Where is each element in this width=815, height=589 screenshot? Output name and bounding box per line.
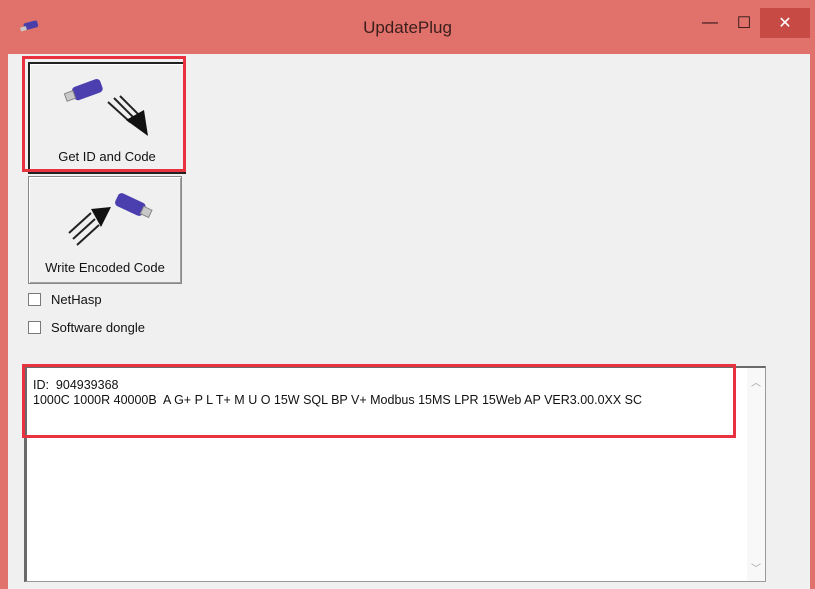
checkbox-box[interactable] (28, 293, 41, 306)
output-textarea[interactable]: ID: 904939368 1000C 1000R 40000B A G+ P … (24, 366, 766, 582)
software-dongle-label: Software dongle (51, 320, 145, 335)
usb-write-icon (68, 193, 153, 246)
write-code-button-label: Write Encoded Code (45, 260, 165, 275)
nethasp-label: NetHasp (51, 292, 102, 307)
get-id-and-code-button[interactable]: Get ID and Code (28, 62, 186, 174)
nethasp-checkbox[interactable]: NetHasp (28, 292, 102, 307)
scroll-down-icon[interactable]: ﹀ (751, 560, 761, 575)
scroll-up-icon[interactable]: ︿ (751, 374, 761, 389)
close-icon: ✕ (778, 15, 792, 32)
title-bar[interactable]: UpdatePlug — ☐ ✕ (0, 0, 815, 54)
maximize-icon: ☐ (736, 15, 752, 32)
minimize-icon: — (702, 14, 718, 31)
vertical-scrollbar[interactable]: ︿ ﹀ (747, 368, 765, 581)
app-window: UpdatePlug — ☐ ✕ Get ID and Code Write E… (0, 0, 815, 589)
write-encoded-code-button[interactable]: Write Encoded Code (28, 176, 182, 284)
client-area: Get ID and Code Write Encoded Code NetHa (8, 54, 810, 589)
get-id-button-label: Get ID and Code (58, 149, 156, 164)
usb-read-icon (63, 79, 148, 136)
close-button[interactable]: ✕ (760, 8, 810, 38)
checkbox-box[interactable] (28, 321, 41, 334)
output-text: ID: 904939368 1000C 1000R 40000B A G+ P … (33, 378, 643, 407)
software-dongle-checkbox[interactable]: Software dongle (28, 320, 145, 335)
